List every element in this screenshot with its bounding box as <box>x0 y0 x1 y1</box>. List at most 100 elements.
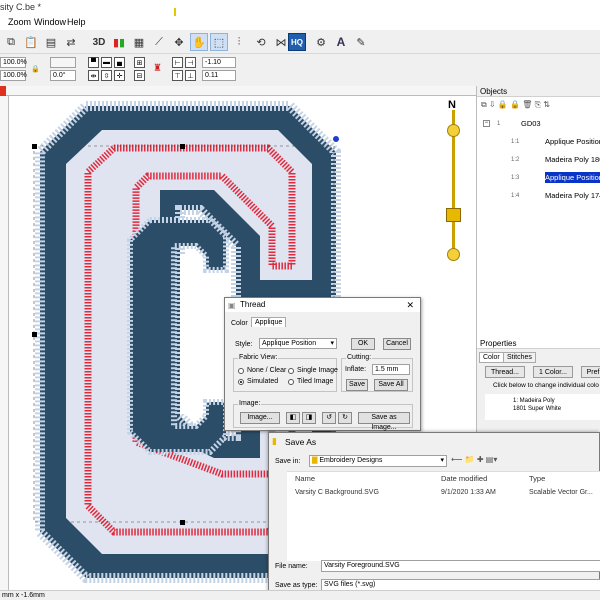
gear-icon[interactable]: ⚙ <box>312 33 330 51</box>
hq-button[interactable]: HQ <box>288 33 306 51</box>
group-icon[interactable]: ⊟ <box>134 70 145 81</box>
object-row-2[interactable]: Madeira Poly 180 <box>545 154 600 165</box>
select-icon[interactable]: ⬚ <box>210 33 228 51</box>
selection-handle[interactable] <box>180 520 185 525</box>
column-type[interactable]: Type <box>529 474 545 483</box>
radio-simulated[interactable] <box>238 379 244 385</box>
offset-down-icon[interactable]: ⊥ <box>185 70 196 81</box>
offset-right-icon[interactable]: ⊣ <box>185 57 196 68</box>
objects-toolbar-icons[interactable]: ⧉ ⇩ 🔒 🔒 🗑 ⎘ ⇅ <box>481 100 550 110</box>
objects-panel: Objects ⧉ ⇩ 🔒 🔒 🗑 ⎘ ⇅ − 1 GD03 1:1 Appli… <box>476 86 600 338</box>
zoom-slider-thumb[interactable] <box>446 208 461 222</box>
zoom-in-icon[interactable] <box>447 124 460 137</box>
menu-help[interactable]: Help <box>67 17 86 27</box>
selection-handle[interactable] <box>32 144 37 149</box>
align-bottom-icon[interactable]: ▄ <box>114 57 125 68</box>
paste-icon[interactable]: 📋 <box>22 33 40 51</box>
group-name[interactable]: GD03 <box>521 118 541 129</box>
fabric-view-label: Fabric View: <box>238 354 279 361</box>
object-index-4: 1:4 <box>511 193 520 199</box>
save-all-button[interactable]: Save All <box>374 379 408 391</box>
zoom-out-icon[interactable] <box>447 248 460 261</box>
cutting-label: Cutting: <box>346 354 373 361</box>
menu-window[interactable]: Window <box>34 17 66 27</box>
tab-color[interactable]: Color <box>231 320 248 327</box>
tab-color[interactable]: Color <box>479 352 504 363</box>
radio-single-image[interactable] <box>288 368 294 374</box>
cancel-button[interactable]: Cancel <box>383 338 411 350</box>
color-palette-icon[interactable]: ▮ ▮ <box>110 33 128 51</box>
lock-icon[interactable]: 🔒 <box>30 63 41 74</box>
main-toolbar: ⧉ 📋 ▤ ⇄ 3D ▮ ▮ ▦ ⟋ ✥ ✋ ⬚ ⫶ ⟲ ⋈ HQ ⚙ A ✎ <box>0 30 600 54</box>
needle-icon[interactable]: ✥ <box>170 33 188 51</box>
align-center-icon[interactable]: ▬ <box>101 57 112 68</box>
transform-icon[interactable]: ⟲ <box>252 33 270 51</box>
object-row-4[interactable]: Madeira Poly 174 <box>545 190 600 201</box>
properties-panel: Properties Color Stitches Thread... 1 Co… <box>476 338 600 432</box>
align-top-icon[interactable]: ▀ <box>88 57 99 68</box>
save-in-select[interactable]: ▇ Embroidery Designs ▾ <box>309 455 447 467</box>
hand-pan-icon[interactable]: ✋ <box>190 33 208 51</box>
save-button[interactable]: Save <box>346 379 368 391</box>
angle-field[interactable]: 0.0° <box>50 70 76 81</box>
file-date-cell: 9/1/2020 1:33 AM <box>441 489 496 496</box>
flip-icon[interactable]: ⇄ <box>62 33 80 51</box>
offset-y-field[interactable]: 0.11 <box>202 70 236 81</box>
style-select[interactable]: Applique Position ▾ <box>259 338 337 349</box>
rotation-handle[interactable] <box>333 136 339 142</box>
sliders-icon[interactable]: ⫶ <box>230 33 248 51</box>
offset-left-icon[interactable]: ⊢ <box>172 57 183 68</box>
tab-applique[interactable]: Applique <box>251 317 287 327</box>
title-bar: sity C.be * <box>0 0 600 16</box>
selection-handle[interactable] <box>180 144 185 149</box>
file-list[interactable]: Name Date modified Type Varsity C Backgr… <box>287 471 600 561</box>
rotation-blank-field[interactable] <box>50 57 76 68</box>
zoom-y-field[interactable]: 100.0% <box>0 70 27 81</box>
file-name-input[interactable]: Varsity Foreground.SVG <box>321 560 600 572</box>
radio-none-clear[interactable] <box>238 368 244 374</box>
align-left-icon[interactable]: ◧ <box>286 412 300 424</box>
order-icon[interactable]: ⊞ <box>134 57 145 68</box>
spool-icon[interactable]: ♜ <box>152 63 163 74</box>
save-as-image-button[interactable]: Save as Image... <box>358 412 410 431</box>
align-right-icon[interactable]: ◨ <box>302 412 316 424</box>
measure-icon[interactable]: ⟋ <box>150 33 168 51</box>
center-icon[interactable]: ✛ <box>114 70 125 81</box>
object-row-3[interactable]: Applique Position <box>545 172 600 183</box>
copy-icon[interactable]: ⧉ <box>2 33 20 51</box>
rotate-left-icon[interactable]: ↺ <box>322 412 336 424</box>
clipboard-icon[interactable]: ▤ <box>42 33 60 51</box>
column-name[interactable]: Name <box>295 474 315 483</box>
selection-handle[interactable] <box>32 332 37 337</box>
grid-icon[interactable]: ▦ <box>130 33 148 51</box>
radio-tiled-image-label: Tiled Image <box>297 378 334 385</box>
zoom-x-field[interactable]: 100.0% <box>0 57 27 68</box>
preferences-button[interactable]: Pref <box>581 366 600 378</box>
pen-icon[interactable]: ✎ <box>352 33 370 51</box>
object-row-1[interactable]: Applique Position <box>545 136 600 147</box>
offset-up-icon[interactable]: ⊤ <box>172 70 183 81</box>
image-button[interactable]: Image... <box>240 412 280 424</box>
distribute-h-icon[interactable]: ⇹ <box>88 70 99 81</box>
image-label: Image: <box>238 400 262 407</box>
nav-toolbar-icons[interactable]: ⟵ 📁 ✚ ▤▾ <box>451 455 497 464</box>
compass-icon[interactable]: N <box>448 99 464 113</box>
inflate-field[interactable]: 1.5 mm <box>372 364 410 375</box>
offset-x-field[interactable]: -1.10 <box>202 57 236 68</box>
thread-button[interactable]: Thread... <box>485 366 525 378</box>
thread-color-list[interactable]: 1: Madeira Poly 1801 Super White <box>485 394 600 420</box>
menu-zoom[interactable]: Zoom <box>8 17 31 27</box>
rotate-right-icon[interactable]: ↻ <box>338 412 352 424</box>
close-icon[interactable]: ✕ <box>406 300 414 311</box>
text-icon[interactable]: A <box>332 33 350 51</box>
distribute-v-icon[interactable]: ⇳ <box>101 70 112 81</box>
file-name-cell[interactable]: Varsity C Background.SVG <box>295 489 379 496</box>
radio-tiled-image[interactable] <box>288 379 294 385</box>
tab-stitches[interactable]: Stitches <box>503 352 536 363</box>
tree-collapse-icon[interactable]: − <box>483 120 490 127</box>
style-label: Style: <box>235 341 253 348</box>
one-color-button[interactable]: 1 Color... <box>533 366 573 378</box>
column-date-modified[interactable]: Date modified <box>441 474 487 483</box>
3d-view-button[interactable]: 3D <box>90 33 108 51</box>
ok-button[interactable]: OK <box>351 338 375 350</box>
